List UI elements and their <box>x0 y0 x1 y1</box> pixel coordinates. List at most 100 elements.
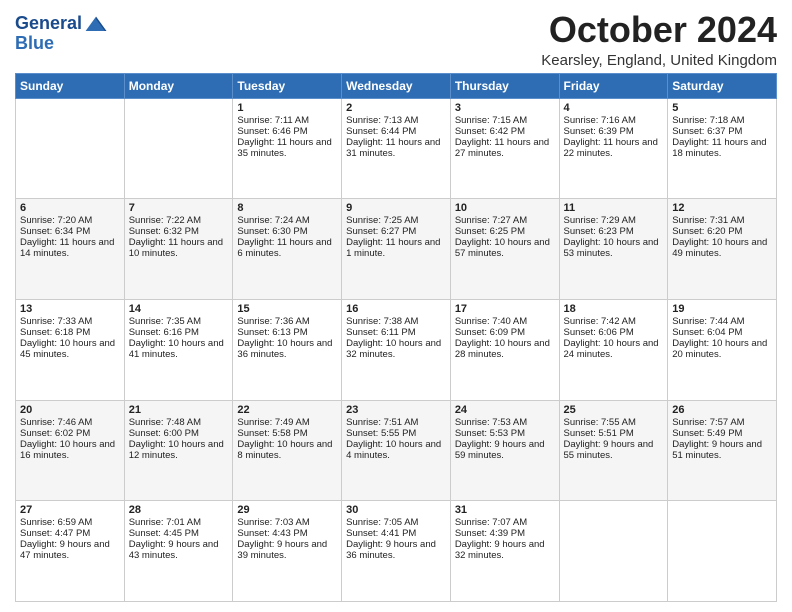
sunset-text: Sunset: 6:02 PM <box>20 428 120 439</box>
calendar-cell: 16Sunrise: 7:38 AMSunset: 6:11 PMDayligh… <box>342 299 451 400</box>
calendar-cell: 8Sunrise: 7:24 AMSunset: 6:30 PMDaylight… <box>233 199 342 300</box>
sunrise-text: Sunrise: 7:15 AM <box>455 115 555 126</box>
sunset-text: Sunset: 6:11 PM <box>346 327 446 338</box>
daylight-text: Daylight: 11 hours and 31 minutes. <box>346 137 446 159</box>
daylight-text: Daylight: 10 hours and 36 minutes. <box>237 338 337 360</box>
daylight-text: Daylight: 11 hours and 35 minutes. <box>237 137 337 159</box>
daylight-text: Daylight: 9 hours and 51 minutes. <box>672 439 772 461</box>
sunrise-text: Sunrise: 7:18 AM <box>672 115 772 126</box>
daylight-text: Daylight: 9 hours and 36 minutes. <box>346 539 446 561</box>
sunset-text: Sunset: 6:04 PM <box>672 327 772 338</box>
day-number: 23 <box>346 404 446 416</box>
day-number: 20 <box>20 404 120 416</box>
calendar-cell: 9Sunrise: 7:25 AMSunset: 6:27 PMDaylight… <box>342 199 451 300</box>
daylight-text: Daylight: 9 hours and 39 minutes. <box>237 539 337 561</box>
sunrise-text: Sunrise: 7:31 AM <box>672 215 772 226</box>
sunset-text: Sunset: 5:49 PM <box>672 428 772 439</box>
daylight-text: Daylight: 9 hours and 32 minutes. <box>455 539 555 561</box>
calendar-cell: 28Sunrise: 7:01 AMSunset: 4:45 PMDayligh… <box>124 501 233 602</box>
calendar-header-row: SundayMondayTuesdayWednesdayThursdayFrid… <box>16 73 777 98</box>
day-number: 25 <box>564 404 664 416</box>
sunset-text: Sunset: 5:53 PM <box>455 428 555 439</box>
day-header-saturday: Saturday <box>668 73 777 98</box>
calendar-cell: 12Sunrise: 7:31 AMSunset: 6:20 PMDayligh… <box>668 199 777 300</box>
location-subtitle: Kearsley, England, United Kingdom <box>541 52 777 69</box>
calendar-cell <box>124 98 233 199</box>
calendar-cell: 4Sunrise: 7:16 AMSunset: 6:39 PMDaylight… <box>559 98 668 199</box>
calendar-cell: 25Sunrise: 7:55 AMSunset: 5:51 PMDayligh… <box>559 400 668 501</box>
daylight-text: Daylight: 9 hours and 47 minutes. <box>20 539 120 561</box>
sunset-text: Sunset: 6:30 PM <box>237 226 337 237</box>
calendar-cell: 20Sunrise: 7:46 AMSunset: 6:02 PMDayligh… <box>16 400 125 501</box>
day-number: 15 <box>237 303 337 315</box>
calendar-cell: 11Sunrise: 7:29 AMSunset: 6:23 PMDayligh… <box>559 199 668 300</box>
day-number: 30 <box>346 504 446 516</box>
day-number: 31 <box>455 504 555 516</box>
daylight-text: Daylight: 9 hours and 55 minutes. <box>564 439 664 461</box>
calendar-week-3: 13Sunrise: 7:33 AMSunset: 6:18 PM Dayligh… <box>16 299 777 400</box>
sunset-text: Sunset: 6:18 PM <box>20 327 120 338</box>
daylight-text: Daylight: 10 hours and 20 minutes. <box>672 338 772 360</box>
sunrise-text: Sunrise: 7:27 AM <box>455 215 555 226</box>
calendar-week-1: 1Sunrise: 7:11 AMSunset: 6:46 PMDaylight… <box>16 98 777 199</box>
calendar-cell: 2Sunrise: 7:13 AMSunset: 6:44 PMDaylight… <box>342 98 451 199</box>
sunset-text: Sunset: 6:13 PM <box>237 327 337 338</box>
sunset-text: Sunset: 4:41 PM <box>346 528 446 539</box>
day-number: 21 <box>129 404 229 416</box>
daylight-text: Daylight: 11 hours and 10 minutes. <box>129 237 229 259</box>
sunrise-text: Sunrise: 7:40 AM <box>455 316 555 327</box>
day-number: 7 <box>129 202 229 214</box>
logo-text-general: General <box>15 14 82 34</box>
day-header-wednesday: Wednesday <box>342 73 451 98</box>
calendar-cell: 18Sunrise: 7:42 AMSunset: 6:06 PMDayligh… <box>559 299 668 400</box>
sunrise-text: Sunrise: 7:13 AM <box>346 115 446 126</box>
day-number: 13 <box>20 303 120 315</box>
calendar-cell: 27Sunrise: 6:59 AMSunset: 4:47 PMDayligh… <box>16 501 125 602</box>
day-number: 8 <box>237 202 337 214</box>
day-number: 1 <box>237 102 337 114</box>
sunset-text: Sunset: 6:06 PM <box>564 327 664 338</box>
calendar-cell: 7Sunrise: 7:22 AMSunset: 6:32 PMDaylight… <box>124 199 233 300</box>
daylight-text: Daylight: 10 hours and 8 minutes. <box>237 439 337 461</box>
sunset-text: Sunset: 6:34 PM <box>20 226 120 237</box>
sunset-text: Sunset: 6:20 PM <box>672 226 772 237</box>
calendar-cell: 5Sunrise: 7:18 AMSunset: 6:37 PMDaylight… <box>668 98 777 199</box>
daylight-text: Daylight: 9 hours and 59 minutes. <box>455 439 555 461</box>
day-header-monday: Monday <box>124 73 233 98</box>
calendar-cell: 21Sunrise: 7:48 AMSunset: 6:00 PMDayligh… <box>124 400 233 501</box>
sunrise-text: Sunrise: 7:44 AM <box>672 316 772 327</box>
sunset-text: Sunset: 5:58 PM <box>237 428 337 439</box>
calendar-cell: 30Sunrise: 7:05 AMSunset: 4:41 PMDayligh… <box>342 501 451 602</box>
calendar-cell: 23Sunrise: 7:51 AMSunset: 5:55 PMDayligh… <box>342 400 451 501</box>
daylight-text: Daylight: 10 hours and 53 minutes. <box>564 237 664 259</box>
day-header-tuesday: Tuesday <box>233 73 342 98</box>
sunrise-text: Sunrise: 7:20 AM <box>20 215 120 226</box>
day-number: 11 <box>564 202 664 214</box>
day-header-thursday: Thursday <box>450 73 559 98</box>
sunset-text: Sunset: 6:32 PM <box>129 226 229 237</box>
day-number: 4 <box>564 102 664 114</box>
daylight-text: Daylight: 11 hours and 18 minutes. <box>672 137 772 159</box>
day-number: 29 <box>237 504 337 516</box>
sunrise-text: Sunrise: 7:49 AM <box>237 417 337 428</box>
daylight-text: Daylight: 10 hours and 49 minutes. <box>672 237 772 259</box>
day-number: 16 <box>346 303 446 315</box>
sunset-text: Sunset: 6:44 PM <box>346 126 446 137</box>
daylight-text: Daylight: 10 hours and 32 minutes. <box>346 338 446 360</box>
sunrise-text: Sunrise: 7:35 AM <box>129 316 229 327</box>
sunset-text: Sunset: 6:09 PM <box>455 327 555 338</box>
sunrise-text: Sunrise: 7:33 AM <box>20 316 120 327</box>
daylight-text: Daylight: 11 hours and 14 minutes. <box>20 237 120 259</box>
sunrise-text: Sunrise: 7:22 AM <box>129 215 229 226</box>
day-number: 24 <box>455 404 555 416</box>
sunrise-text: Sunrise: 7:36 AM <box>237 316 337 327</box>
calendar-page: General Blue October 2024 Kearsley, Engl… <box>0 0 792 612</box>
daylight-text: Daylight: 9 hours and 43 minutes. <box>129 539 229 561</box>
day-number: 14 <box>129 303 229 315</box>
sunset-text: Sunset: 5:55 PM <box>346 428 446 439</box>
daylight-text: Daylight: 11 hours and 22 minutes. <box>564 137 664 159</box>
sunrise-text: Sunrise: 7:24 AM <box>237 215 337 226</box>
calendar-cell: 15Sunrise: 7:36 AMSunset: 6:13 PMDayligh… <box>233 299 342 400</box>
sunrise-text: Sunrise: 7:25 AM <box>346 215 446 226</box>
calendar-cell: 10Sunrise: 7:27 AMSunset: 6:25 PMDayligh… <box>450 199 559 300</box>
